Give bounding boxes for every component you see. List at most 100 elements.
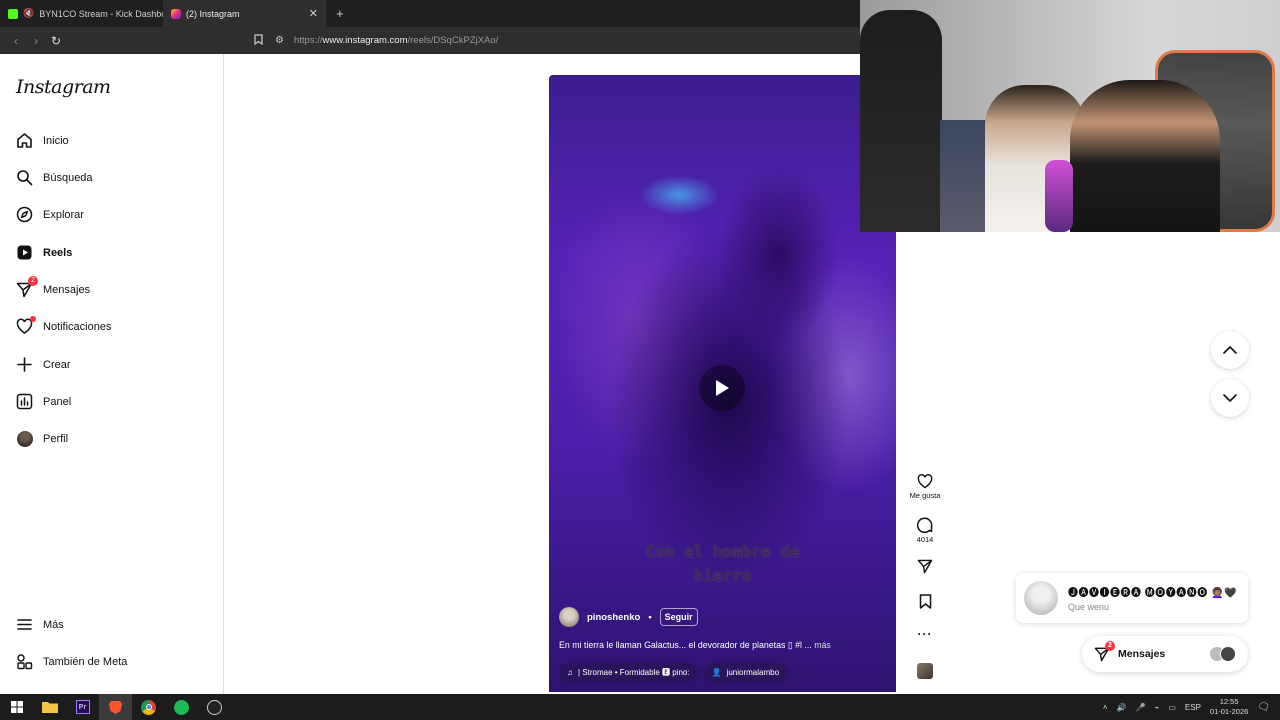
messages-pill[interactable]: 2 Mensajes (1082, 636, 1248, 672)
comment-count: 4014 (916, 535, 934, 544)
reel-author: pinoshenko • Seguir (559, 607, 698, 627)
message-notification[interactable]: 🅙🅐🅥🅘🅔🅡🅐 🅜🅞🅨🅐🅝🅞 👩🏽‍🦱🖤 Que wenu (1016, 573, 1248, 623)
forward-icon[interactable]: › (26, 34, 46, 48)
microphone-icon[interactable]: 🎤 (1136, 703, 1146, 712)
caption-more-link[interactable]: más (814, 640, 831, 650)
author-username[interactable]: pinoshenko (587, 612, 640, 623)
music-note-icon: ♫ (567, 668, 573, 677)
chevron-down-icon (1223, 394, 1237, 402)
messages-badge: 2 (1105, 641, 1115, 651)
previous-reel-button[interactable] (1211, 331, 1249, 369)
obs-icon[interactable] (198, 694, 231, 720)
author-avatar[interactable] (559, 607, 579, 627)
brave-browser-icon[interactable] (99, 694, 132, 720)
sidebar-item-panel[interactable]: Panel (16, 393, 71, 410)
chrome-icon[interactable] (132, 694, 165, 720)
search-icon (16, 169, 33, 186)
share-icon (917, 559, 933, 574)
sidebar-item-label: Inicio (43, 134, 69, 147)
url-field[interactable]: https://www.instagram.com/reels/DSqCkPZj… (294, 35, 498, 46)
sidebar-item-mas[interactable]: Más (16, 616, 64, 633)
language-indicator[interactable]: ESP (1185, 703, 1201, 712)
tab-kick-dashboard[interactable]: 🔇 BYN1CO Stream - Kick Dashboard (0, 0, 163, 27)
audio-thumbnail[interactable] (903, 663, 947, 679)
video-subtitle: Con el hombre de hierro (645, 542, 800, 585)
reel-chips: ♫ | Stromae • Formidable 🅴 pino: 👤 junio… (559, 663, 788, 682)
like-button[interactable]: Me gusta (903, 474, 947, 500)
close-tab-icon[interactable]: ✕ (309, 7, 318, 20)
reel-video[interactable]: Con el hombre de hierro pinoshenko • Seg… (549, 75, 896, 692)
sidebar-item-label: Más (43, 618, 64, 631)
audio-chip[interactable]: ♫ | Stromae • Formidable 🅴 pino: (559, 663, 698, 682)
instagram-favicon-icon (171, 8, 181, 19)
comment-icon (917, 517, 933, 533)
spotify-icon[interactable] (165, 694, 198, 720)
sidebar-item-label: Mensajes (43, 283, 91, 296)
messenger-icon: 2 (16, 276, 38, 298)
reload-icon[interactable]: ↻ (46, 34, 66, 48)
sidebar-item-explorar[interactable]: Explorar (16, 206, 84, 223)
back-icon[interactable]: ‹ (6, 34, 26, 48)
file-explorer-icon[interactable] (33, 694, 66, 720)
sender-name: 🅙🅐🅥🅘🅔🅡🅐 🅜🅞🅨🅐🅝🅞 👩🏽‍🦱🖤 (1068, 588, 1237, 599)
sidebar-item-busqueda[interactable]: Búsqueda (16, 169, 93, 186)
url-path: /reels/DSqCkPZjXAo/ (407, 35, 499, 46)
sidebar-item-reels[interactable]: Reels (16, 244, 72, 261)
kick-favicon-icon (8, 8, 18, 19)
audio-chip-label: | Stromae • Formidable 🅴 pino: (578, 668, 690, 677)
share-button[interactable] (903, 559, 947, 574)
bookmark-icon[interactable] (254, 33, 263, 48)
comment-button[interactable]: 4014 (903, 517, 947, 544)
site-info-icon[interactable]: ⚙ (275, 35, 284, 46)
save-button[interactable] (903, 594, 947, 609)
sidebar-item-crear[interactable]: Crear (16, 356, 71, 373)
volume-icon[interactable]: 🔊 (1117, 703, 1127, 712)
system-tray: ˄ 🔊 🎤 ⌁ ▭ ESP 12:55 01-01-2026 🗨 (1103, 694, 1280, 720)
like-label: Me gusta (909, 491, 941, 500)
bookmark-icon (919, 594, 931, 609)
windows-start-icon[interactable] (0, 694, 33, 720)
sidebar-item-label: Panel (43, 395, 72, 408)
heart-icon (16, 316, 36, 335)
play-button[interactable] (699, 365, 745, 411)
sidebar-item-label: Notificaciones (43, 320, 112, 333)
plus-icon (16, 356, 33, 373)
message-count-badge: 2 (28, 276, 38, 286)
sidebar-item-perfil[interactable]: Perfil (16, 430, 68, 447)
sidebar-item-mensajes[interactable]: 2 Mensajes (16, 276, 91, 298)
notifications-icon[interactable]: 🗨 (1257, 702, 1270, 713)
more-options-button[interactable]: ··· (903, 628, 947, 640)
instagram-logo[interactable]: Instagram (16, 76, 111, 98)
url-host: www.instagram.com (322, 35, 408, 46)
play-icon (716, 380, 729, 396)
sidebar-item-label: También de Meta (43, 655, 128, 668)
menu-icon (16, 616, 33, 633)
webcam-overlay (860, 0, 1280, 232)
messenger-icon: 2 (1094, 641, 1115, 662)
sender-avatar (1024, 581, 1058, 615)
webcam-microphone (1045, 160, 1073, 232)
reel-caption: En mi tierra le llaman Galactus... el de… (559, 640, 831, 651)
clock[interactable]: 12:55 01-01-2026 (1210, 697, 1248, 717)
audio-thumb-image (917, 663, 933, 679)
premiere-icon[interactable]: Pr (66, 694, 99, 720)
instagram-sidebar: Instagram Inicio Búsqueda Explorar Reels… (0, 54, 224, 694)
follow-button[interactable]: Seguir (659, 608, 698, 626)
new-tab-button[interactable]: + (326, 6, 354, 21)
url-prefix: https:// (293, 35, 323, 46)
tab-instagram[interactable]: (2) Instagram ✕ (163, 0, 326, 27)
notification-text: 🅙🅐🅥🅘🅔🅡🅐 🅜🅞🅨🅐🅝🅞 👩🏽‍🦱🖤 Que wenu (1068, 584, 1237, 612)
sidebar-item-inicio[interactable]: Inicio (16, 132, 69, 149)
tagged-user-chip[interactable]: 👤 juniormalambo (703, 663, 788, 682)
sidebar-item-meta[interactable]: También de Meta (16, 653, 127, 670)
home-icon (16, 132, 33, 149)
next-reel-button[interactable] (1211, 379, 1249, 417)
sidebar-item-label: Crear (43, 358, 71, 371)
usb-icon[interactable]: ⌁ (1155, 703, 1160, 712)
tagged-user-label: juniormalambo (726, 668, 780, 677)
webcam-jacket (860, 10, 942, 232)
tab-title: (2) Instagram (186, 8, 240, 19)
sidebar-item-notificaciones[interactable]: Notificaciones (16, 316, 112, 335)
chevron-up-icon[interactable]: ˄ (1103, 703, 1108, 712)
network-icon[interactable]: ▭ (1168, 703, 1176, 712)
